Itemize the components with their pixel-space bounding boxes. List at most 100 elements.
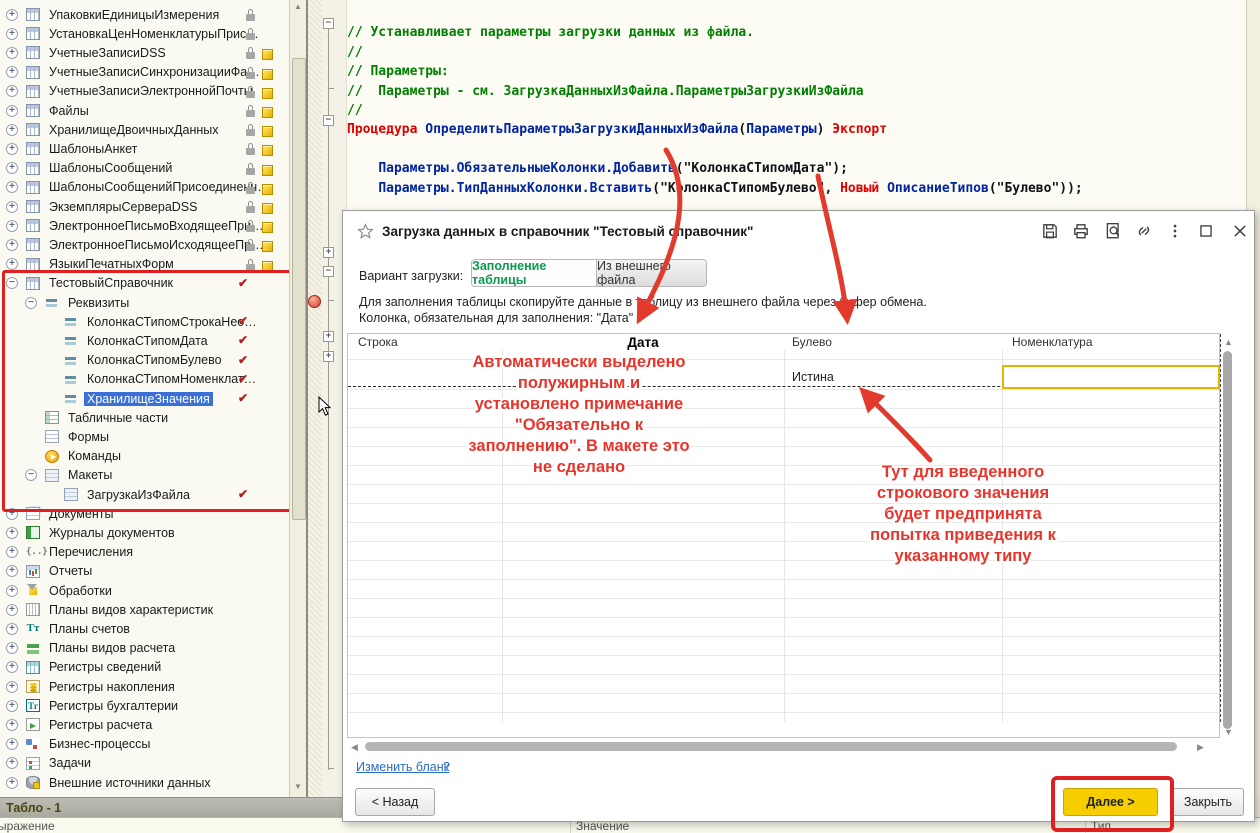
tree-item[interactable]: УчетныеЗаписиСинхронизацииФа… [0, 63, 289, 82]
preview-icon[interactable] [1104, 222, 1122, 240]
table-vertical-scrollbar[interactable]: ▲ ▼ [1220, 333, 1234, 738]
maximize-icon[interactable] [1197, 222, 1215, 240]
tree-expander-icon[interactable] [6, 719, 18, 731]
tree-expander-icon[interactable] [6, 565, 18, 577]
tree-item[interactable]: ШаблоныСообщенийПрисоединенн… [0, 178, 289, 197]
more-menu-icon[interactable] [1166, 222, 1184, 240]
scroll-up-icon[interactable]: ▲ [294, 2, 302, 11]
tree-expander-icon[interactable] [6, 681, 18, 693]
tree-item[interactable]: Обработки [0, 581, 289, 600]
get-link-icon[interactable] [1135, 222, 1153, 240]
tree-expander-icon[interactable] [6, 181, 18, 193]
cell-bool-value[interactable]: Истина [792, 370, 834, 384]
fold-collapse-icon[interactable] [323, 115, 334, 126]
tree-item[interactable]: ШаблоныАнкет [0, 139, 289, 158]
tree-item[interactable]: Бизнес-процессы [0, 735, 289, 754]
tree-item[interactable]: УчетныеЗаписиЭлектроннойПочты [0, 82, 289, 101]
code-line[interactable]: Процедура ОпределитьПараметрыЗагрузкиДан… [347, 120, 887, 139]
tree-expander-icon[interactable] [6, 9, 18, 21]
breakpoint-icon[interactable] [308, 295, 321, 308]
table-hscroll-thumb[interactable] [365, 742, 1177, 751]
tab-fill-table[interactable]: Заполнение таблицы [472, 260, 596, 286]
tree-expander-icon[interactable] [6, 162, 18, 174]
scroll-left-icon[interactable]: ◀ [351, 742, 358, 753]
tree-expander-icon[interactable] [6, 258, 18, 270]
tree-expander-icon[interactable] [6, 105, 18, 117]
tree-item[interactable]: УстановкаЦенНоменклатурыПрис… [0, 24, 289, 43]
tree-item[interactable]: Отчеты [0, 562, 289, 581]
favorite-star-icon[interactable] [357, 223, 374, 240]
tree-scrollbar-thumb[interactable] [292, 58, 306, 520]
tree-expander-icon[interactable] [6, 220, 18, 232]
code-line[interactable]: // [347, 101, 363, 120]
tree-expander-icon[interactable] [6, 546, 18, 558]
tree-item[interactable]: Регистры накопления [0, 677, 289, 696]
col-header-string[interactable]: Строка [358, 335, 398, 349]
code-line[interactable]: Параметры.ТипДанныхКолонки.Вставить("Кол… [347, 179, 1083, 198]
table-horizontal-scrollbar[interactable]: ◀ ▶ [351, 739, 1211, 753]
tree-item[interactable]: ХранилищеДвоичныхДанных [0, 120, 289, 139]
code-line[interactable]: // [347, 43, 363, 62]
tree-expander-icon[interactable] [6, 527, 18, 539]
tree-expander-icon[interactable] [6, 47, 18, 59]
tree-expander-icon[interactable] [6, 85, 18, 97]
tree-item[interactable]: ЭкземплярыСервераDSS [0, 197, 289, 216]
tree-item[interactable]: Планы счетов [0, 619, 289, 638]
tree-item[interactable]: УчетныеЗаписиDSS [0, 43, 289, 62]
col-header-date[interactable]: Дата [502, 335, 784, 350]
fold-collapse-icon[interactable] [323, 266, 334, 277]
tree-item[interactable]: Задачи [0, 754, 289, 773]
close-button[interactable]: Закрыть [1172, 788, 1244, 816]
scroll-right-icon[interactable]: ▶ [1197, 742, 1204, 753]
tree-item[interactable]: Внешние источники данных [0, 773, 289, 792]
tree-item[interactable]: ЭлектронноеПисьмоВходящееПри… [0, 216, 289, 235]
tree-item[interactable]: Планы видов расчета [0, 639, 289, 658]
tree-vertical-scrollbar[interactable]: ▲ ▼ [289, 0, 306, 797]
fold-collapse-icon[interactable] [323, 18, 334, 29]
table-vscroll-thumb[interactable] [1223, 351, 1232, 729]
tree-item[interactable]: Регистры бухгалтерии [0, 696, 289, 715]
back-button[interactable]: < Назад [355, 788, 435, 816]
tree-expander-icon[interactable] [6, 642, 18, 654]
col-header-nomenclature[interactable]: Номенклатура [1012, 335, 1093, 349]
fold-expand-icon[interactable] [323, 331, 334, 342]
tree-expander-icon[interactable] [6, 661, 18, 673]
tree-item[interactable]: ШаблоныСообщений [0, 159, 289, 178]
tree-item[interactable]: Журналы документов [0, 523, 289, 542]
scroll-down-icon[interactable]: ▼ [1224, 727, 1233, 737]
watch-window-titlebar[interactable]: Табло - 1 [0, 797, 343, 818]
code-line[interactable]: // Параметры - см. ЗагрузкаДанныхИзФайла… [347, 82, 864, 101]
tree-item[interactable]: УпаковкиЕдиницыИзмерения [0, 5, 289, 24]
fold-expand-icon[interactable] [323, 351, 334, 362]
active-cell-nomenclature[interactable] [1002, 365, 1220, 389]
tree-expander-icon[interactable] [6, 585, 18, 597]
fold-expand-icon[interactable] [323, 247, 334, 258]
tree-expander-icon[interactable] [6, 777, 18, 789]
save-icon[interactable] [1041, 222, 1059, 240]
tree-expander-icon[interactable] [6, 201, 18, 213]
close-icon[interactable] [1231, 222, 1249, 240]
tree-item[interactable]: Регистры расчета [0, 715, 289, 734]
tab-from-file[interactable]: Из внешнего файла [596, 260, 706, 286]
tree-expander-icon[interactable] [6, 738, 18, 750]
col-header-bool[interactable]: Булево [792, 335, 832, 349]
scroll-down-icon[interactable]: ▼ [294, 782, 302, 791]
tree-expander-icon[interactable] [6, 143, 18, 155]
code-line[interactable]: // Параметры: [347, 62, 449, 81]
tree-expander-icon[interactable] [6, 623, 18, 635]
tree-expander-icon[interactable] [6, 757, 18, 769]
edit-form-link[interactable]: Изменить бланк [356, 760, 449, 774]
code-line[interactable]: Параметры.ОбязательныеКолонки.Добавить("… [347, 159, 848, 178]
tree-item[interactable]: ЭлектронноеПисьмоИсходящееПр… [0, 235, 289, 254]
tree-expander-icon[interactable] [6, 700, 18, 712]
tree-item[interactable]: Регистры сведений [0, 658, 289, 677]
help-link[interactable]: ? [443, 760, 450, 774]
tree-expander-icon[interactable] [6, 604, 18, 616]
tree-expander-icon[interactable] [6, 239, 18, 251]
tree-expander-icon[interactable] [6, 124, 18, 136]
tree-expander-icon[interactable] [6, 28, 18, 40]
scroll-up-icon[interactable]: ▲ [1224, 337, 1233, 347]
print-icon[interactable] [1072, 222, 1090, 240]
code-line[interactable]: // Устанавливает параметры загрузки данн… [347, 23, 754, 42]
tree-item[interactable]: Планы видов характеристик [0, 600, 289, 619]
